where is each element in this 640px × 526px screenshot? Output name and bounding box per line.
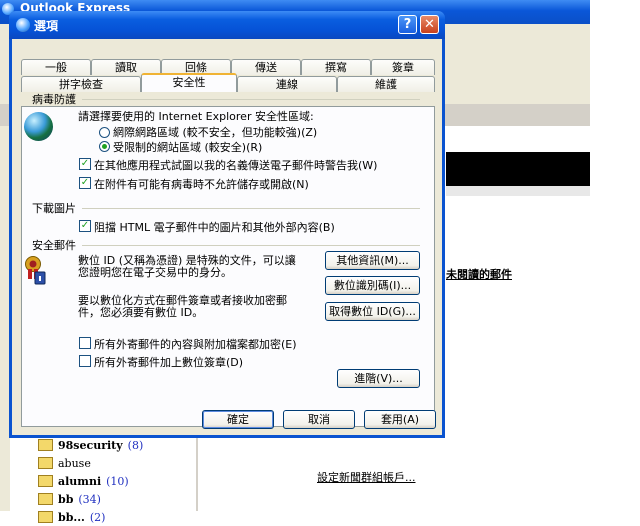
help-button[interactable]: ? [398, 15, 417, 34]
folder-item[interactable]: bb (34) [38, 490, 143, 508]
close-button[interactable]: ✕ [420, 15, 439, 34]
folder-icon [38, 457, 53, 469]
folder-item[interactable]: 98security (8) [38, 436, 143, 454]
tab-signatures[interactable]: 簽章 [371, 59, 435, 75]
radio-internet-zone-label[interactable]: 網際網路區域 (較不安全，但功能較強)(Z) [113, 124, 317, 140]
digital-ids-button[interactable]: 數位識別碼(I)... [325, 276, 420, 295]
checkbox-block-attachments[interactable]: ✓ [79, 177, 91, 189]
folder-icon [38, 475, 53, 487]
dialog-titlebar[interactable]: 選項 ? ✕ [9, 11, 445, 39]
certificate-seal-icon [25, 256, 46, 285]
dialog-title: 選項 [34, 19, 59, 33]
folder-icon [38, 439, 53, 451]
zone-prompt: 請選擇要使用的 Internet Explorer 安全性區域: [78, 110, 314, 123]
group-divider [82, 208, 420, 209]
checkbox-warn-send-label[interactable]: 在其他應用程式試圖以我的名義傳送電子郵件時警告我(W) [94, 157, 377, 173]
ok-button[interactable]: 確定 [202, 410, 274, 429]
digital-id-desc-line2: 您證明您在電子交易中的身分。 [78, 266, 232, 279]
apply-button[interactable]: 套用(A) [364, 410, 436, 429]
tab-connection[interactable]: 連線 [237, 76, 337, 92]
folder-list: 98security (8) abuse alumni (10) bb (34)… [38, 436, 143, 526]
tab-maintenance[interactable]: 維護 [337, 76, 435, 92]
download-images-group-title: 下載圖片 [32, 202, 76, 215]
content-header-bar [446, 152, 590, 186]
folder-item[interactable]: alumni (10) [38, 472, 143, 490]
tab-compose[interactable]: 撰寫 [301, 59, 371, 75]
setup-newsgroup-account-link[interactable]: 設定新聞群組帳戶... [317, 469, 416, 485]
more-info-button[interactable]: 其他資訊(M)... [325, 251, 420, 270]
advanced-button[interactable]: 進階(V)... [337, 369, 420, 388]
virus-protection-group-title: 病毒防護 [32, 93, 76, 106]
digital-id-required-line2: 件，您必須要有數位 ID。 [78, 306, 204, 319]
tab-send[interactable]: 傳送 [231, 59, 301, 75]
tab-general[interactable]: 一般 [21, 59, 91, 75]
globe-icon [24, 112, 53, 141]
radio-restricted-zone-label[interactable]: 受限制的網站區域 (較安全)(R) [113, 139, 262, 155]
radio-restricted-zone[interactable] [99, 141, 110, 152]
checkbox-sign-outgoing[interactable] [79, 355, 91, 367]
folder-icon [38, 493, 53, 505]
checkbox-encrypt-outgoing-label[interactable]: 所有外寄郵件的內容與附加檔案都加密(E) [94, 336, 297, 352]
cancel-button[interactable]: 取消 [283, 410, 355, 429]
tab-security[interactable]: 安全性 [141, 73, 237, 92]
content-subheader-bar [446, 186, 590, 196]
checkbox-block-images[interactable]: ✓ [79, 220, 91, 232]
folder-item[interactable]: abuse [38, 454, 143, 472]
checkbox-sign-outgoing-label[interactable]: 所有外寄郵件加上數位簽章(D) [94, 354, 243, 370]
radio-internet-zone[interactable] [99, 127, 110, 138]
group-divider [82, 99, 420, 100]
checkbox-encrypt-outgoing[interactable] [79, 337, 91, 349]
checkbox-warn-send[interactable]: ✓ [79, 158, 91, 170]
tab-spelling[interactable]: 拼字檢查 [21, 76, 141, 92]
group-divider [82, 245, 420, 246]
get-digital-id-button[interactable]: 取得數位 ID(G)... [325, 302, 420, 321]
secure-mail-group-title: 安全郵件 [32, 239, 76, 252]
unread-mail-link[interactable]: 未閱讀的郵件 [446, 266, 512, 282]
outlook-app-icon [16, 18, 30, 32]
checkbox-block-images-label[interactable]: 阻擋 HTML 電子郵件中的圖片和其他外部內容(B) [94, 219, 335, 235]
folder-icon [38, 511, 53, 523]
checkbox-block-attachments-label[interactable]: 在附件有可能有病毒時不允許儲存或開啟(N) [94, 176, 309, 192]
